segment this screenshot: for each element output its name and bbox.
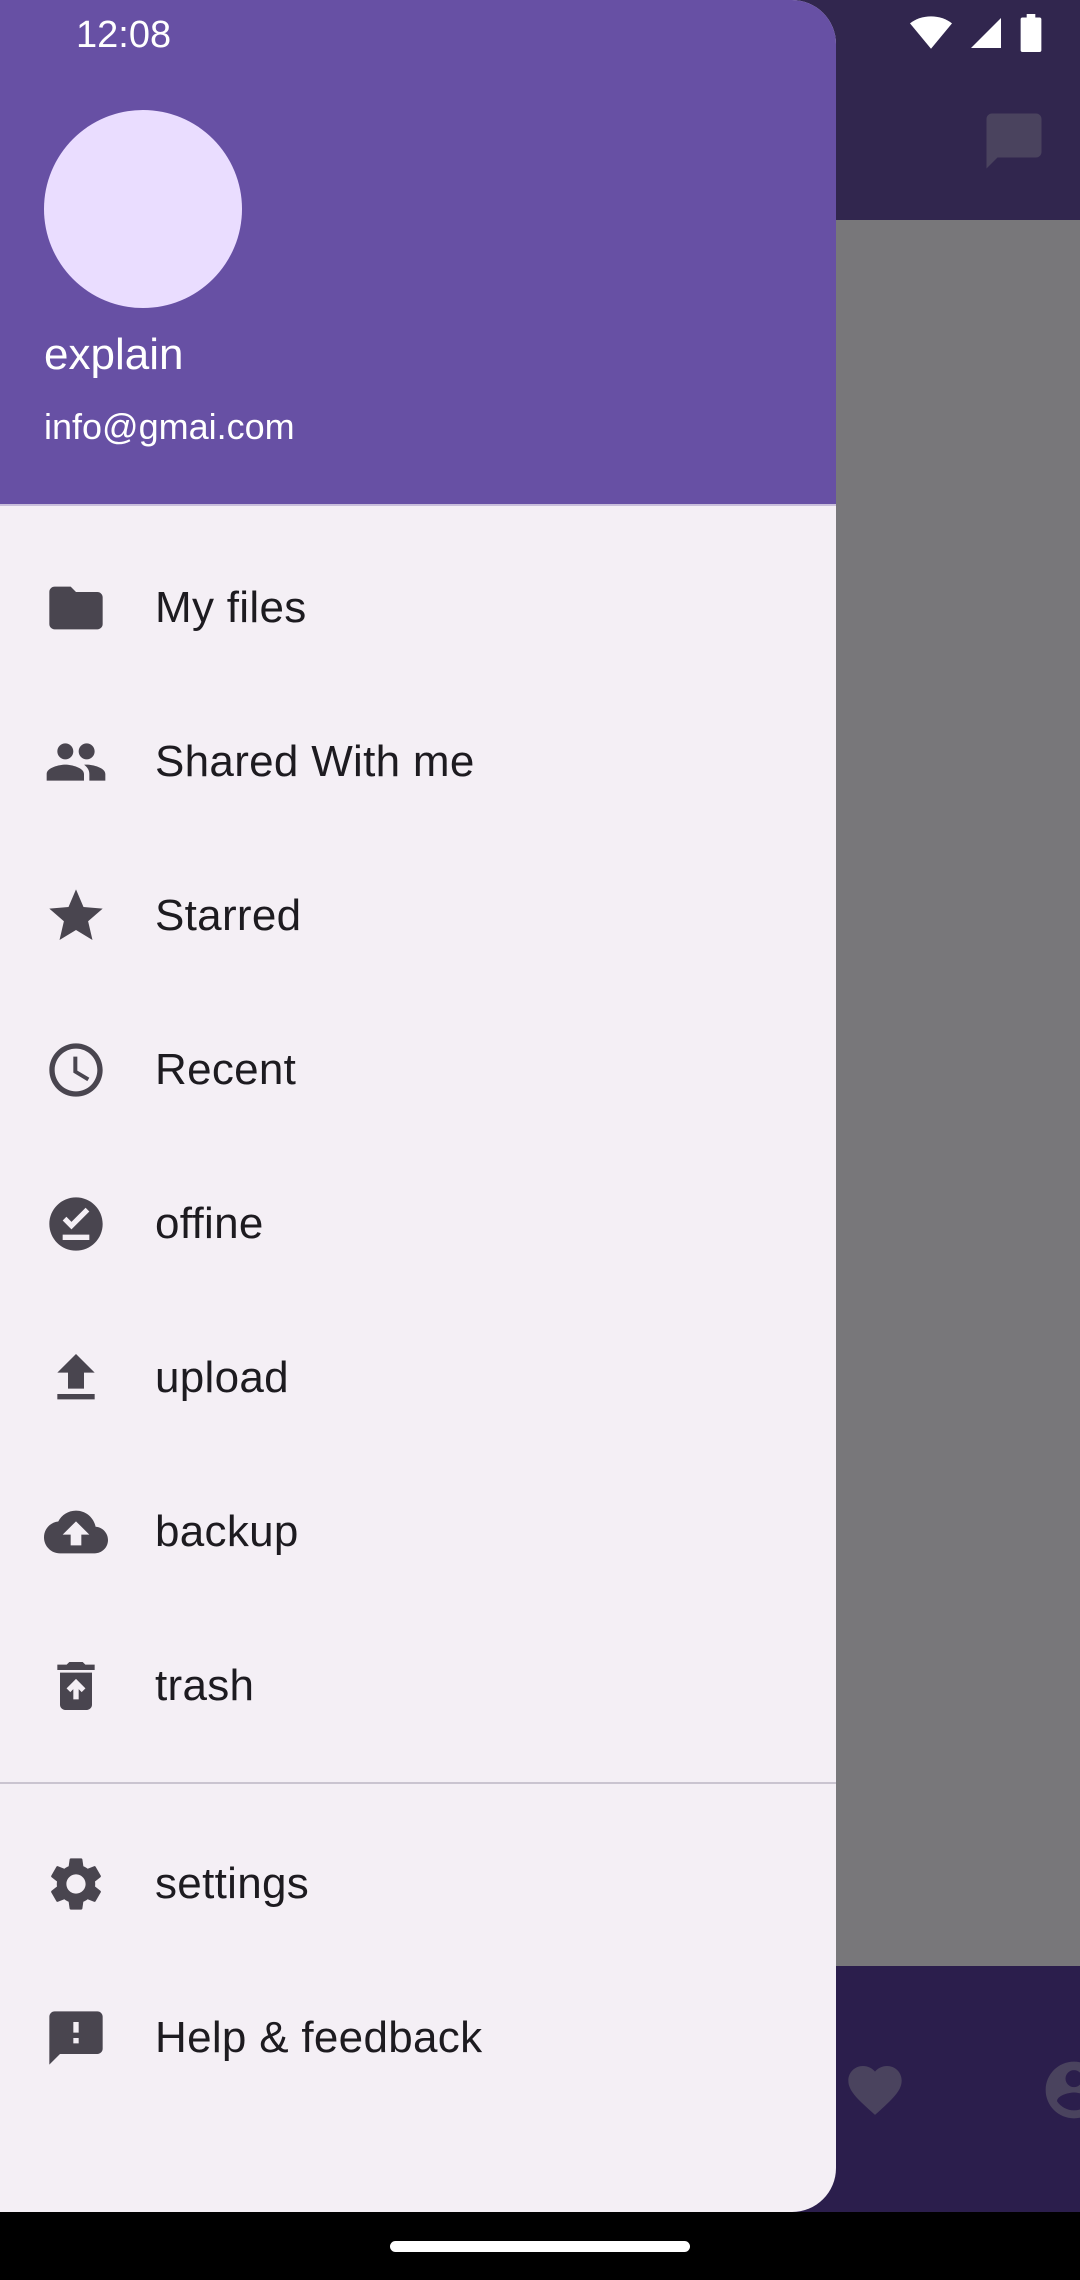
menu-item-upload[interactable]: upload [0, 1301, 836, 1455]
menu-item-recent[interactable]: Recent [0, 993, 836, 1147]
menu-item-label: Help & feedback [155, 2013, 483, 2062]
menu-item-label: My files [155, 583, 307, 632]
signal-icon [971, 18, 1001, 48]
wifi-icon [910, 16, 952, 49]
star-icon [49, 889, 103, 940]
status-icons [910, 14, 1042, 52]
menu-item-label: Starred [155, 891, 302, 940]
menu-item-label: backup [155, 1507, 299, 1556]
navigation-drawer: explain info@gmai.com My files Shared Wi… [0, 0, 836, 2212]
menu-item-label: Shared With me [155, 737, 475, 786]
menu-item-trash[interactable]: trash [0, 1609, 836, 1763]
menu-item-label: upload [155, 1353, 289, 1402]
trash-icon [57, 1662, 95, 1710]
status-time: 12:08 [76, 14, 172, 56]
upload-icon [57, 1354, 95, 1400]
avatar[interactable] [44, 110, 242, 308]
menu-item-label: Recent [155, 1045, 297, 1094]
menu-item-shared-with-me[interactable]: Shared With me [0, 685, 836, 839]
menu-item-label: offine [155, 1199, 264, 1248]
user-name: explain [44, 330, 184, 379]
menu-item-my-files[interactable]: My files [0, 531, 836, 685]
user-email: info@gmai.com [44, 406, 295, 447]
offline-check-icon [49, 1197, 103, 1251]
menu-item-help-feedback[interactable]: Help & feedback [0, 1961, 836, 2115]
menu-item-starred[interactable]: Starred [0, 839, 836, 993]
clock-icon [49, 1043, 103, 1097]
menu-item-label: settings [155, 1859, 310, 1908]
gesture-nav-handle[interactable] [390, 2241, 690, 2252]
drawer-header: explain info@gmai.com [0, 0, 836, 506]
menu-item-backup[interactable]: backup [0, 1455, 836, 1609]
battery-icon [1020, 14, 1042, 52]
folder-icon [49, 586, 103, 630]
menu-item-offline[interactable]: offine [0, 1147, 836, 1301]
menu-item-label: trash [155, 1661, 255, 1710]
menu-item-settings[interactable]: settings [0, 1807, 836, 1961]
people-icon [46, 743, 106, 781]
gear-icon [51, 1858, 101, 1910]
feedback-icon [49, 2011, 103, 2065]
cloud-upload-icon [44, 1510, 108, 1554]
divider [0, 1782, 836, 1784]
